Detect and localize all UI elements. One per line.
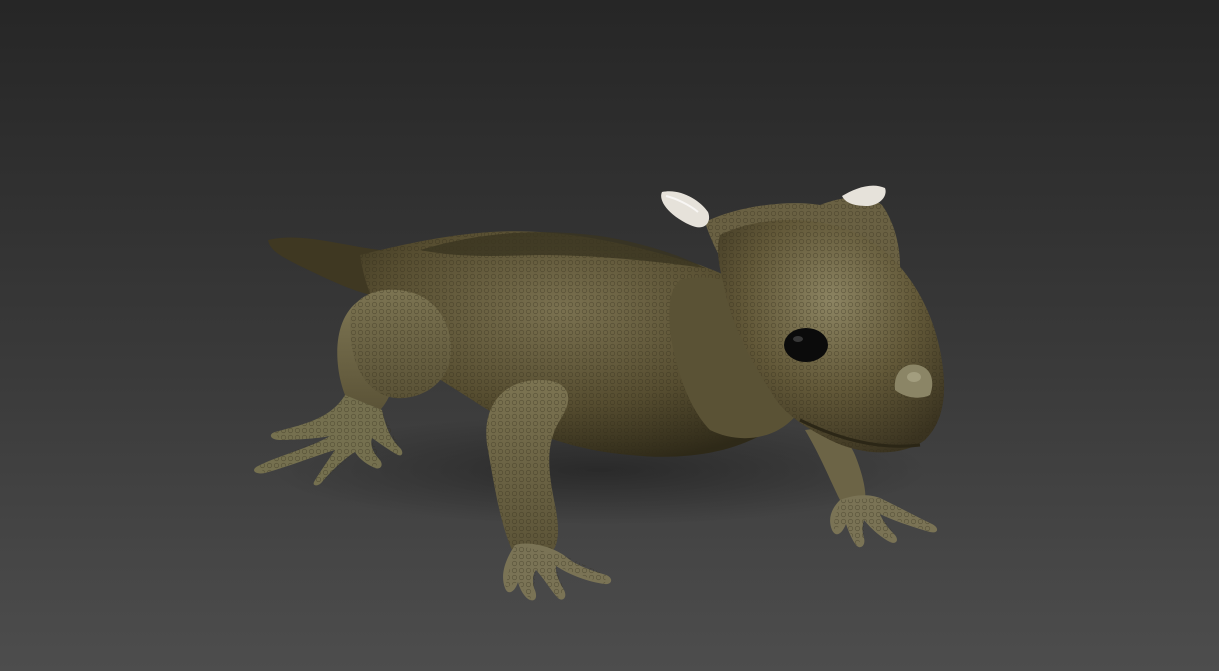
eye: [784, 328, 828, 362]
3d-viewport[interactable]: [0, 0, 1219, 671]
creature-render: [254, 185, 945, 601]
